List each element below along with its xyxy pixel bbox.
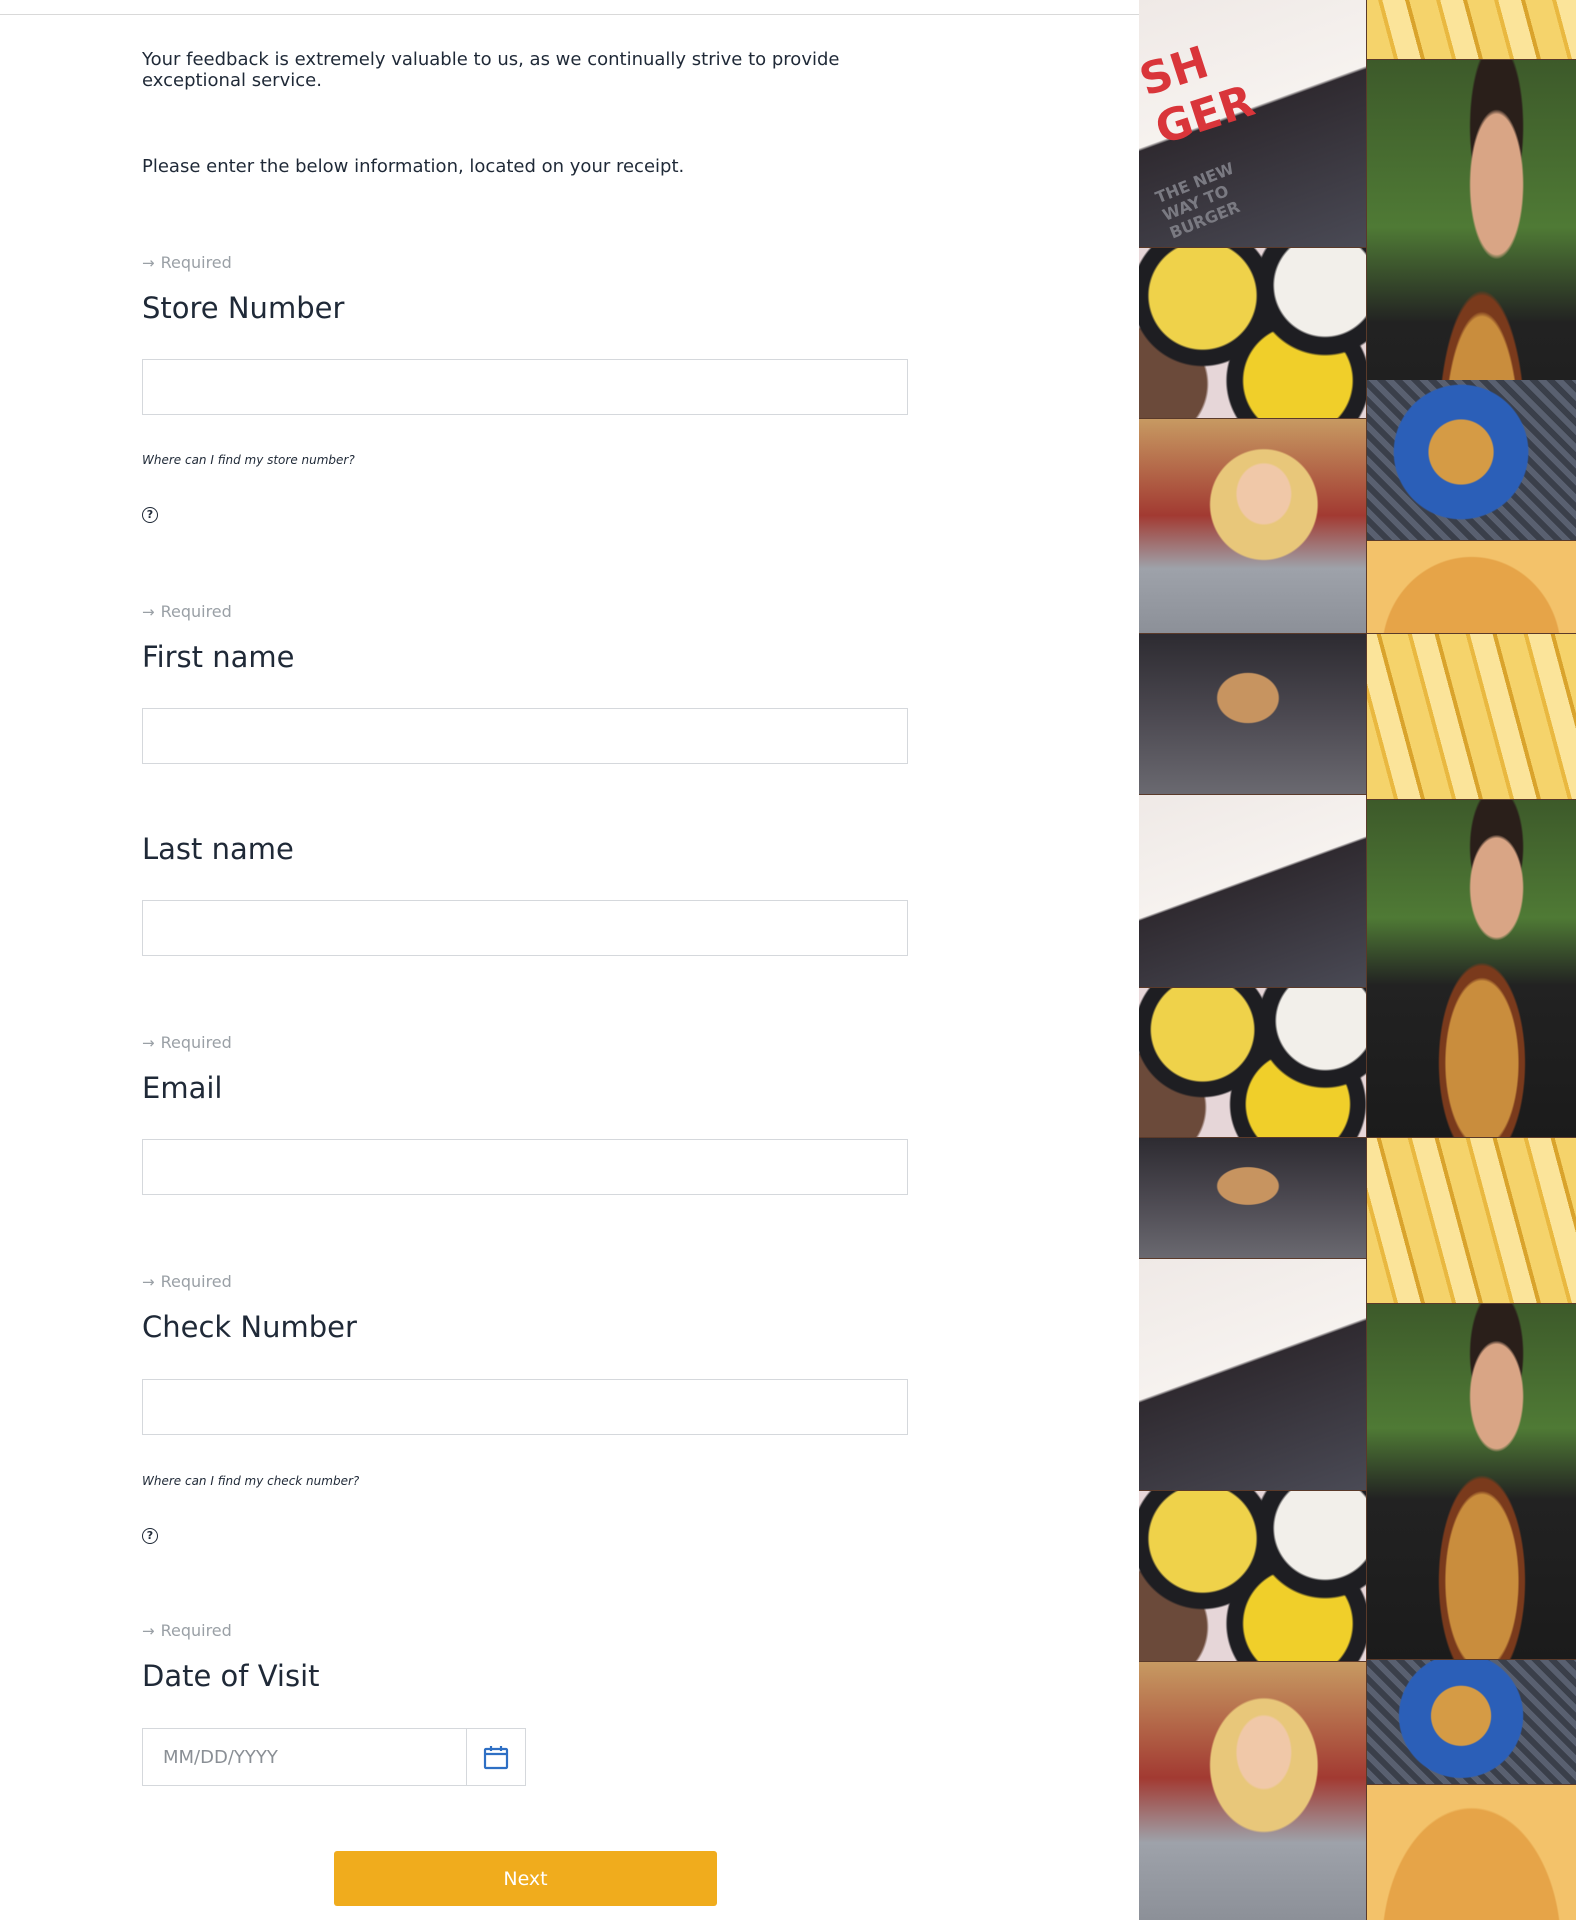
fries-photo: [1367, 634, 1576, 799]
check-number-input[interactable]: [143, 1380, 907, 1434]
bun-photo: [1367, 541, 1576, 633]
check-number-help-text: Where can I find my check number?: [142, 1474, 360, 1488]
check-number-label: Check Number: [142, 1310, 357, 1344]
store-number-input[interactable]: [143, 360, 907, 414]
date-of-visit-field-box: [142, 1728, 526, 1786]
first-name-field-box: [142, 708, 908, 764]
header-divider: [0, 14, 1139, 15]
store-number-label: Store Number: [142, 291, 345, 325]
survey-form: Your feedback is extremely valuable to u…: [0, 0, 1139, 1920]
store-number-field-box: [142, 359, 908, 415]
required-indicator: → Required: [142, 1621, 232, 1640]
arrow-right-icon: →: [142, 1621, 155, 1640]
calendar-button[interactable]: [466, 1729, 525, 1785]
help-circle-icon[interactable]: ?: [142, 507, 158, 523]
required-indicator: → Required: [142, 602, 232, 621]
sauces-photo: [1139, 988, 1366, 1137]
next-button[interactable]: Next: [334, 1851, 717, 1906]
fries-photo: [1367, 1138, 1576, 1303]
store-number-help-text: Where can I find my store number?: [142, 453, 355, 467]
check-number-field-box: [142, 1379, 908, 1435]
man-with-burger-photo: [1367, 800, 1576, 1137]
burger-plate-photo: [1367, 1660, 1576, 1784]
calendar-icon: [483, 1746, 509, 1770]
man-with-burger-photo: [1367, 1304, 1576, 1659]
fries-photo: [1367, 0, 1576, 59]
bag-sub-text: THE NEW WAY TO BURGER: [1152, 158, 1243, 243]
arrow-right-icon: →: [142, 602, 155, 621]
email-field-box: [142, 1139, 908, 1195]
arrow-right-icon: →: [142, 253, 155, 272]
receipt-instruction: Please enter the below information, loca…: [142, 156, 685, 177]
burger-plate-photo: [1367, 380, 1576, 540]
woman-eating-photo: [1139, 1662, 1366, 1920]
woman-eating-photo: [1139, 419, 1366, 633]
required-indicator: → Required: [142, 1272, 232, 1291]
bun-photo: [1367, 1785, 1576, 1920]
help-circle-icon[interactable]: ?: [142, 1528, 158, 1544]
last-name-label: Last name: [142, 832, 294, 866]
required-indicator: → Required: [142, 253, 232, 272]
first-name-input[interactable]: [143, 709, 907, 763]
date-of-visit-label: Date of Visit: [142, 1659, 320, 1693]
required-indicator: → Required: [142, 1033, 232, 1052]
arrow-right-icon: →: [142, 1033, 155, 1052]
sauces-photo: [1139, 1491, 1366, 1661]
bag-photo: [1139, 1259, 1366, 1490]
photo-collage: SH GER THE NEW WAY TO BURGER: [1139, 0, 1576, 1920]
dog-photo: [1139, 634, 1366, 794]
bag-photo: SH GER THE NEW WAY TO BURGER: [1139, 0, 1366, 247]
bag-logo-text: SH GER: [1139, 36, 1261, 155]
feedback-intro: Your feedback is extremely valuable to u…: [142, 49, 840, 91]
date-of-visit-input[interactable]: [143, 1729, 466, 1785]
email-label: Email: [142, 1071, 223, 1105]
sauces-photo: [1139, 248, 1366, 418]
dog-photo: [1139, 1138, 1366, 1258]
first-name-label: First name: [142, 640, 295, 674]
bag-photo: [1139, 795, 1366, 987]
last-name-field-box: [142, 900, 908, 956]
arrow-right-icon: →: [142, 1272, 155, 1291]
last-name-input[interactable]: [143, 901, 907, 955]
email-input[interactable]: [143, 1140, 907, 1194]
